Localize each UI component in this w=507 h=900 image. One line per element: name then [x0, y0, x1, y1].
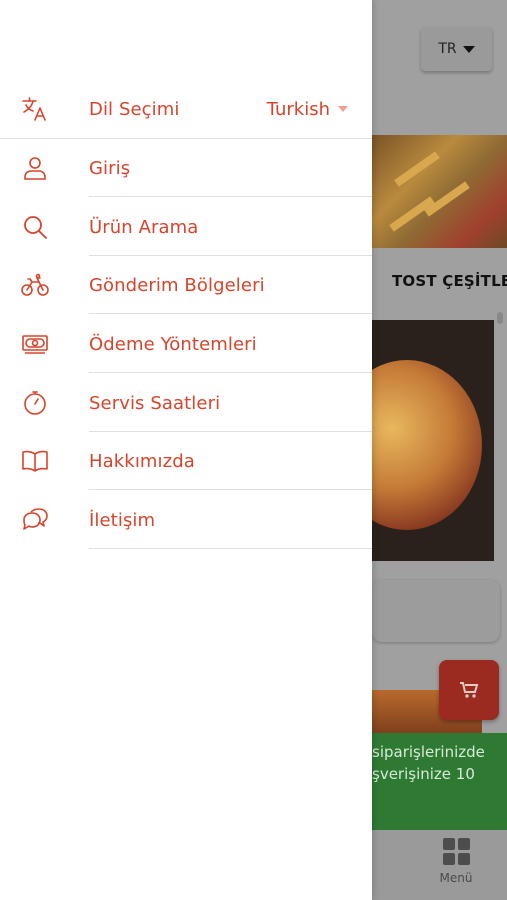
promo-banner[interactable]: siparişlerinizde şverişinize 10 — [372, 733, 507, 830]
bicycle-icon — [20, 270, 50, 300]
promo-text-line1: siparişlerinizde — [372, 743, 485, 761]
drawer-item-label: İletişim — [89, 509, 156, 531]
selected-language: Turkish — [266, 98, 330, 120]
bottom-nav-menu-label: Menü — [439, 871, 473, 885]
language-select[interactable]: Turkish — [267, 99, 348, 120]
dropdown-arrow-icon — [338, 106, 348, 112]
drawer-item-product-search[interactable]: Ürün Arama — [0, 198, 372, 256]
scrollbar-thumb[interactable] — [497, 312, 503, 324]
book-icon — [20, 446, 50, 476]
pizza-category-image[interactable] — [372, 320, 494, 561]
toast-category-image[interactable] — [372, 135, 507, 248]
category-card[interactable] — [372, 580, 500, 642]
cart-button[interactable] — [439, 660, 499, 720]
language-label: Dil Seçimi — [89, 98, 180, 120]
drawer-item-service-hours[interactable]: Servis Saatleri — [0, 374, 372, 432]
cart-icon — [460, 682, 479, 698]
language-code: TR — [438, 41, 457, 57]
grid-icon — [442, 838, 470, 865]
drawer-item-contact[interactable]: İletişim — [0, 491, 372, 549]
chat-icon — [20, 505, 50, 535]
drawer-item-label: Hakkımızda — [89, 450, 195, 472]
drawer-item-label: Gönderim Bölgeleri — [89, 274, 265, 296]
drawer-item-label: Ödeme Yöntemleri — [89, 333, 257, 355]
category-title[interactable]: TOST ÇEŞİTLE — [392, 272, 507, 290]
drawer-item-about-us[interactable]: Hakkımızda — [0, 432, 372, 490]
promo-text-line2: şverişinize 10 — [372, 765, 475, 783]
drawer-item-login[interactable]: Giriş — [0, 139, 372, 197]
language-selector-row[interactable]: Dil Seçimi Turkish — [0, 80, 372, 139]
drawer-item-label: Servis Saatleri — [89, 392, 221, 414]
caret-down-icon — [462, 45, 475, 53]
language-dropdown-button[interactable]: TR — [421, 27, 492, 71]
user-icon — [20, 153, 50, 183]
drawer-item-label: Giriş — [89, 157, 131, 179]
bottom-nav-menu-tab[interactable]: Menü — [430, 838, 482, 885]
cash-icon — [20, 329, 50, 359]
drawer-item-delivery-zones[interactable]: Gönderim Bölgeleri — [0, 256, 372, 314]
drawer-item-payment-methods[interactable]: Ödeme Yöntemleri — [0, 315, 372, 373]
navigation-drawer: Dil Seçimi Turkish Giriş Ürün Arama Gönd… — [0, 0, 372, 900]
timer-icon — [20, 388, 50, 418]
drawer-item-label: Ürün Arama — [89, 216, 199, 238]
translate-icon — [20, 94, 50, 124]
search-icon — [20, 212, 50, 242]
